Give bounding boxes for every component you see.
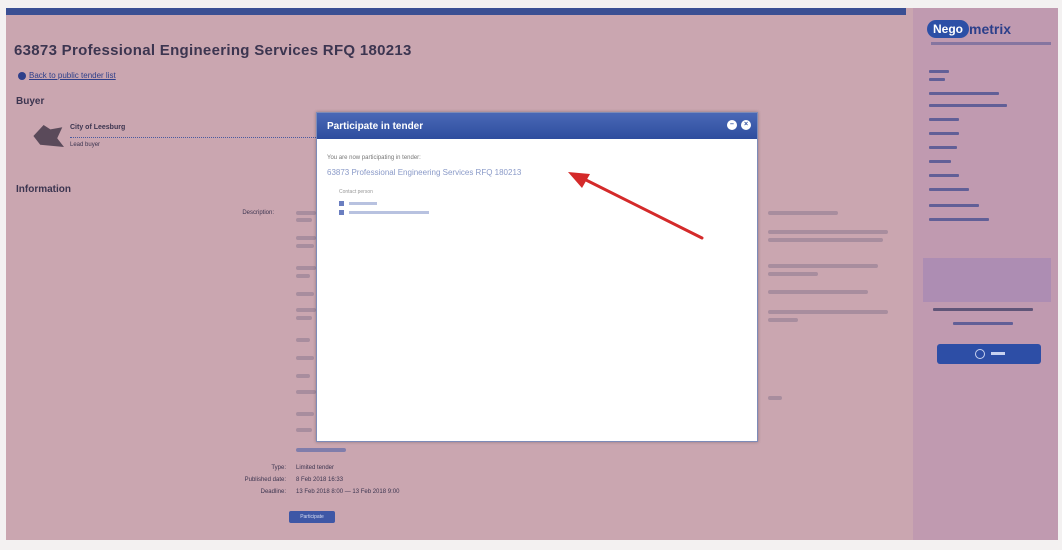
arrow-shaft [580,176,704,240]
annotation-arrow [568,172,704,240]
